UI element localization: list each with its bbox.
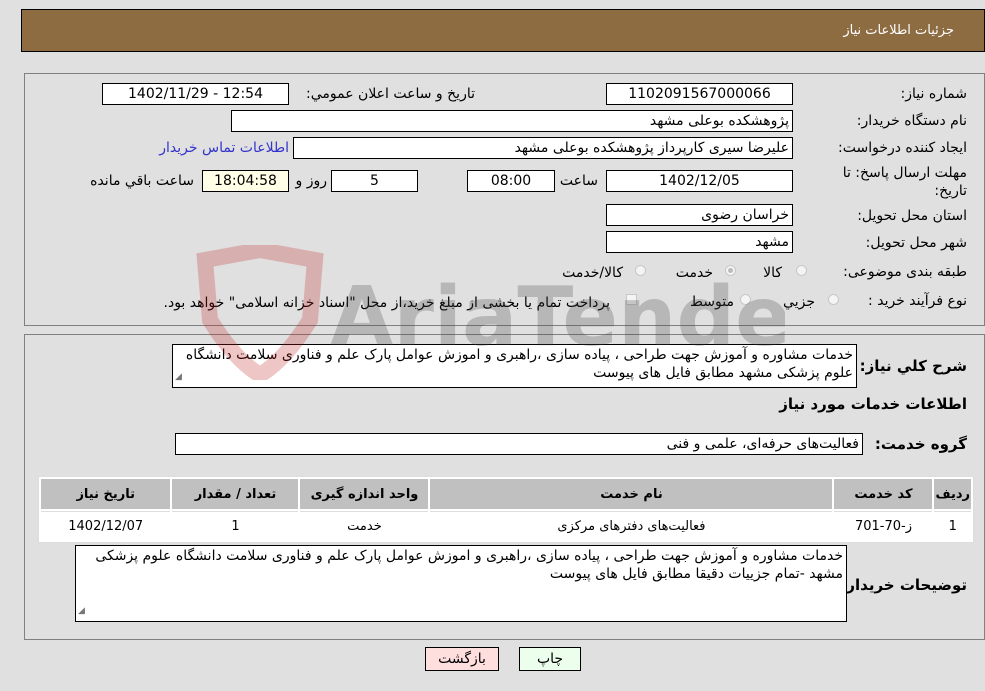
cell-quantity: 1: [172, 511, 299, 540]
buyer-org-field[interactable]: پژوهشکده بوعلی مشهد: [231, 110, 793, 132]
deadline-time-label: ساعت: [559, 173, 598, 189]
days-remaining-field[interactable]: 5: [331, 170, 418, 192]
time-remaining-label: ساعت باقي مانده: [90, 173, 194, 189]
table-row: 1 ز-70-701 فعالیت‌های دفترهای مرکزی خدمت…: [41, 511, 971, 540]
col-unit: واحد اندازه گیری: [300, 479, 429, 509]
deadline-date-field[interactable]: 1402/12/05: [606, 170, 793, 192]
col-service-name: نام خدمت: [430, 479, 833, 509]
category-label: طبقه بندی موضوعی:: [843, 264, 967, 280]
service-group-label: گروه خدمت:: [874, 435, 967, 453]
process-label: نوع فرآیند خرید :: [868, 293, 967, 309]
print-button[interactable]: چاپ: [519, 647, 581, 671]
cell-service-code: ز-70-701: [834, 511, 933, 540]
col-row-number: ردیف: [934, 479, 971, 509]
description-label: شرح کلي نياز:: [859, 357, 967, 375]
buyer-notes-textarea[interactable]: خدمات مشاوره و آموزش جهت طراحی ، پیاده س…: [75, 545, 847, 622]
col-quantity: تعداد / مقدار: [172, 479, 299, 509]
creator-label: ایجاد کننده درخواست:: [838, 140, 967, 156]
process-radio-medium[interactable]: [740, 294, 751, 305]
services-section-title: اطلاعات خدمات مورد نیاز: [779, 395, 967, 413]
buyer-notes-label: توضیحات خریدار:: [840, 576, 967, 594]
back-button[interactable]: بازگشت: [425, 647, 499, 671]
services-table-wrap: ردیف کد خدمت نام خدمت واحد اندازه گیری ت…: [38, 476, 974, 543]
time-remaining-field[interactable]: 18:04:58: [202, 170, 289, 192]
creator-field[interactable]: علیرضا سیری کارپرداز پژوهشکده بوعلی مشهد: [293, 137, 793, 159]
category-radio-goods[interactable]: [796, 265, 807, 276]
services-table: ردیف کد خدمت نام خدمت واحد اندازه گیری ت…: [39, 477, 973, 542]
announce-date-field[interactable]: 1402/11/29 - 12:54: [102, 83, 289, 105]
announce-label: تاریخ و ساعت اعلان عمومي:: [306, 86, 475, 102]
category-radio-service[interactable]: [725, 265, 736, 276]
cell-service-name: فعالیت‌های دفترهای مرکزی: [430, 511, 833, 540]
description-text: خدمات مشاوره و آموزش جهت طراحی ، پیاده س…: [185, 347, 853, 381]
days-label: روز و: [295, 173, 328, 189]
resize-grip-icon[interactable]: ◢: [78, 602, 85, 620]
buyer-contact-link[interactable]: اطلاعات تماس خریدار: [159, 140, 289, 156]
treasury-checkbox[interactable]: [626, 294, 637, 305]
service-group-field[interactable]: فعالیت‌های حرفه‌ای، علمی و فنی: [175, 433, 863, 455]
resize-grip-icon[interactable]: ◢: [175, 368, 182, 386]
category-option-service: خدمت: [675, 265, 713, 281]
need-number-field[interactable]: 1102091567000066: [606, 83, 793, 105]
category-radio-goods-service[interactable]: [635, 265, 646, 276]
process-option-medium: متوسط: [690, 294, 734, 310]
process-radio-minor[interactable]: [828, 294, 839, 305]
deadline-time-field[interactable]: 08:00: [467, 170, 555, 192]
need-number-label: شماره نیاز:: [900, 86, 968, 102]
city-label: شهر محل تحویل:: [865, 235, 967, 251]
description-textarea[interactable]: خدمات مشاوره و آموزش جهت طراحی ، پیاده س…: [172, 344, 857, 388]
category-option-goods-service: کالا/خدمت: [562, 265, 623, 281]
deadline-label: مهلت ارسال پاسخ: تا تاریخ:: [842, 165, 967, 199]
cell-row-number: 1: [934, 511, 971, 540]
page-header: جزئیات اطلاعات نیاز: [21, 9, 985, 52]
col-need-date: تاریخ نیاز: [41, 479, 171, 509]
page-title: جزئیات اطلاعات نیاز: [843, 23, 954, 38]
cell-unit: خدمت: [300, 511, 429, 540]
table-header-row: ردیف کد خدمت نام خدمت واحد اندازه گیری ت…: [41, 479, 971, 509]
process-option-minor: جزيي: [783, 294, 815, 310]
category-option-goods: کالا: [763, 265, 782, 281]
buyer-notes-text: خدمات مشاوره و آموزش جهت طراحی ، پیاده س…: [95, 548, 843, 582]
cell-need-date: 1402/12/07: [41, 511, 171, 540]
province-field[interactable]: خراسان رضوی: [606, 204, 793, 226]
treasury-note: پرداخت تمام یا بخشی از مبلغ خرید،از محل …: [163, 295, 610, 311]
buyer-org-label: نام دستگاه خریدار:: [856, 113, 967, 129]
col-service-code: کد خدمت: [834, 479, 933, 509]
province-label: استان محل تحویل:: [857, 208, 967, 224]
city-field[interactable]: مشهد: [606, 231, 793, 253]
